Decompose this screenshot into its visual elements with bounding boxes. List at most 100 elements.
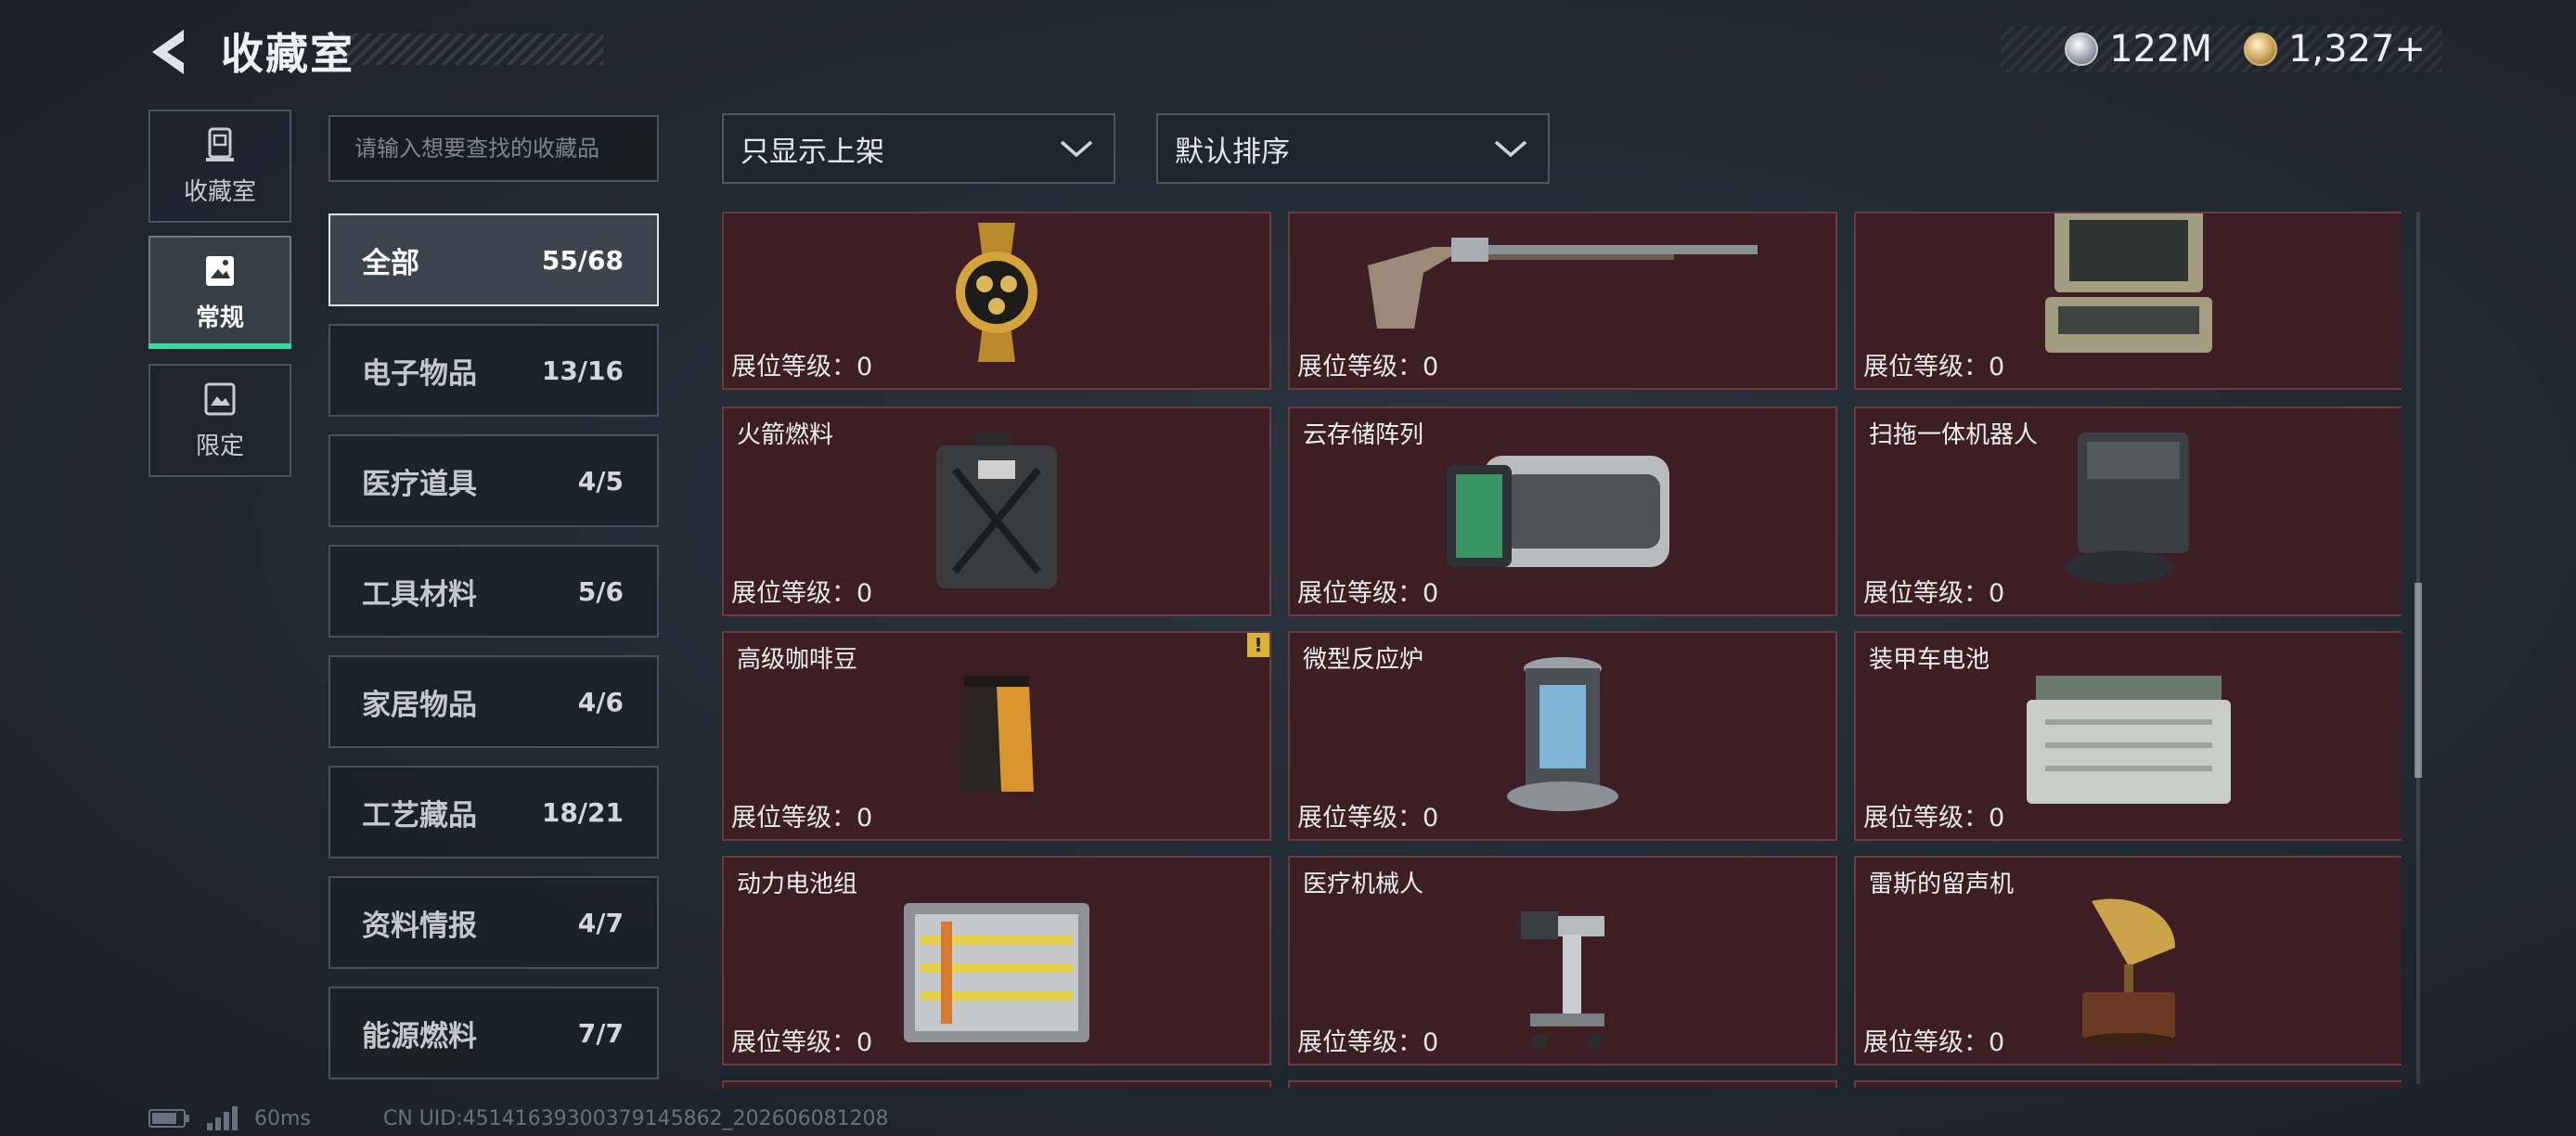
booth-level: 展位等级：0 xyxy=(1863,804,2005,833)
booth-level: 展位等级：0 xyxy=(1297,804,1439,833)
item-card[interactable]: 云存储阵列 展位等级：0 xyxy=(1288,407,1837,616)
item-name: 雷斯的留声机 xyxy=(1869,871,2015,898)
nav-collection-room[interactable]: 收藏室 xyxy=(148,110,291,223)
category-name: 能源燃料 xyxy=(362,1019,477,1053)
category-count: 55/68 xyxy=(541,244,624,276)
chevron-down-icon xyxy=(1494,140,1527,158)
flintlock-rifle-icon xyxy=(1368,238,1758,329)
storage-array-icon xyxy=(1447,456,1669,567)
item-card[interactable]: 动力电池组 展位等级：0 xyxy=(722,856,1271,1065)
fuel-jerrycan-icon xyxy=(936,432,1057,588)
currency-gold[interactable]: 1,327+ xyxy=(2243,28,2426,71)
nav-label: 常规 xyxy=(195,303,244,332)
booth-level: 展位等级：0 xyxy=(731,1028,873,1057)
item-card[interactable]: 微型反应炉 展位等级：0 xyxy=(1288,631,1837,841)
item-name: 医疗机械人 xyxy=(1303,871,1424,898)
silver-amount: 122M xyxy=(2109,28,2212,71)
mop-robot-icon xyxy=(2066,432,2189,584)
item-card[interactable]: 火箭燃料 展位等级：0 xyxy=(722,407,1271,616)
category-count: 18/21 xyxy=(541,796,624,828)
item-name: 装甲车电池 xyxy=(1869,646,1990,674)
category-name: 医疗道具 xyxy=(362,467,477,501)
booth-level: 展位等级：0 xyxy=(1297,1028,1439,1057)
collection-room-icon xyxy=(206,127,234,161)
nav-limited[interactable]: 限定 xyxy=(148,364,291,477)
nav-label: 限定 xyxy=(195,432,244,460)
limited-items-icon xyxy=(204,382,236,415)
category-count: 4/7 xyxy=(577,907,624,938)
category-name: 资料情报 xyxy=(362,909,477,943)
sort-value: 默认排序 xyxy=(1175,135,1290,169)
category-count: 13/16 xyxy=(541,355,624,386)
category-name: 全部 xyxy=(362,246,419,280)
nav-regular[interactable]: 常规 xyxy=(148,236,291,349)
category-count: 7/7 xyxy=(577,1017,624,1049)
ping-value: 60ms xyxy=(254,1106,311,1130)
item-card[interactable] xyxy=(1854,1080,2402,1088)
rugged-terminal-icon xyxy=(2045,213,2212,354)
item-card[interactable]: 展位等级：0 xyxy=(1854,212,2402,390)
category-crafts[interactable]: 工艺藏品 18/21 xyxy=(328,766,659,858)
item-card[interactable]: 展位等级：0 xyxy=(1288,212,1837,390)
item-card[interactable]: 雷斯的留声机 展位等级：0 xyxy=(1854,856,2402,1065)
booth-level: 展位等级：0 xyxy=(731,804,873,833)
listing-filter-dropdown[interactable]: 只显示上架 xyxy=(722,113,1115,184)
medical-robot-icon xyxy=(1521,911,1604,1050)
regular-items-icon xyxy=(206,255,234,286)
item-name: 高级咖啡豆 xyxy=(737,646,858,674)
top-bar: 收藏室 122M 1,327+ xyxy=(0,0,2576,102)
category-electronics[interactable]: 电子物品 13/16 xyxy=(328,324,659,417)
gold-watch-icon xyxy=(956,222,1037,362)
sort-dropdown[interactable]: 默认排序 xyxy=(1156,113,1550,184)
currency-silver[interactable]: 122M xyxy=(2065,28,2212,71)
category-intel[interactable]: 资料情报 4/7 xyxy=(328,876,659,969)
scrollbar-thumb[interactable] xyxy=(2415,583,2422,778)
item-card[interactable]: 高级咖啡豆 ! 展位等级：0 xyxy=(722,631,1271,841)
page-title: 收藏室 xyxy=(221,29,354,79)
back-arrow-icon xyxy=(152,30,184,74)
listing-filter-value: 只显示上架 xyxy=(741,135,884,169)
booth-level: 展位等级：0 xyxy=(1297,579,1439,608)
category-name: 工具材料 xyxy=(362,577,477,612)
item-name: 扫拖一体机器人 xyxy=(1869,421,2039,449)
item-card[interactable]: 医疗机械人 展位等级：0 xyxy=(1288,856,1837,1065)
booth-level: 展位等级：0 xyxy=(1863,1028,2005,1057)
item-card[interactable] xyxy=(722,1080,1271,1088)
booth-level: 展位等级：0 xyxy=(1863,353,2005,381)
booth-level: 展位等级：0 xyxy=(1297,353,1439,381)
category-tools[interactable]: 工具材料 5/6 xyxy=(328,545,659,638)
collection-grid[interactable]: 展位等级：0 展位等级：0 展位等级：0 火箭燃料 展位等级：0 云存储阵列 展… xyxy=(722,212,2402,1088)
booth-level: 展位等级：0 xyxy=(731,353,873,381)
currency-bar: 122M 1,327+ xyxy=(2001,26,2442,72)
booth-level: 展位等级：0 xyxy=(731,579,873,608)
item-card[interactable]: 扫拖一体机器人 展位等级：0 xyxy=(1854,407,2402,616)
item-card[interactable]: 装甲车电池 展位等级：0 xyxy=(1854,631,2402,841)
gold-coin-icon xyxy=(2243,32,2277,66)
warning-badge: ! xyxy=(1247,633,1269,657)
booth-level: 展位等级：0 xyxy=(1863,579,2005,608)
item-name: 微型反应炉 xyxy=(1303,646,1424,674)
coffee-bag-icon xyxy=(960,676,1034,792)
category-all[interactable]: 全部 55/68 xyxy=(328,213,659,306)
nav-label: 收藏室 xyxy=(183,177,256,206)
item-card[interactable] xyxy=(1288,1080,1837,1088)
category-medical[interactable]: 医疗道具 4/5 xyxy=(328,434,659,527)
category-household[interactable]: 家居物品 4/6 xyxy=(328,655,659,748)
chevron-down-icon xyxy=(1060,140,1093,158)
item-card[interactable]: 展位等级：0 xyxy=(722,212,1271,390)
silver-coin-icon xyxy=(2065,32,2099,66)
micro-reactor-icon xyxy=(1507,657,1618,811)
user-uid: CN UID:45141639300379145862_202606081208 xyxy=(382,1106,889,1130)
category-name: 家居物品 xyxy=(362,688,477,722)
status-footer: 60ms CN UID:45141639300379145862_2026060… xyxy=(148,1104,889,1132)
category-energy[interactable]: 能源燃料 7/7 xyxy=(328,987,659,1079)
armored-battery-icon xyxy=(2027,676,2231,804)
search-input[interactable] xyxy=(328,115,659,182)
back-button[interactable] xyxy=(147,26,202,78)
category-name: 工艺藏品 xyxy=(362,798,477,833)
title-decoration xyxy=(334,33,603,65)
category-name: 电子物品 xyxy=(362,356,477,391)
gold-amount: 1,327+ xyxy=(2287,28,2426,71)
battery-icon xyxy=(148,1109,189,1128)
gramophone-icon xyxy=(2082,898,2175,1049)
